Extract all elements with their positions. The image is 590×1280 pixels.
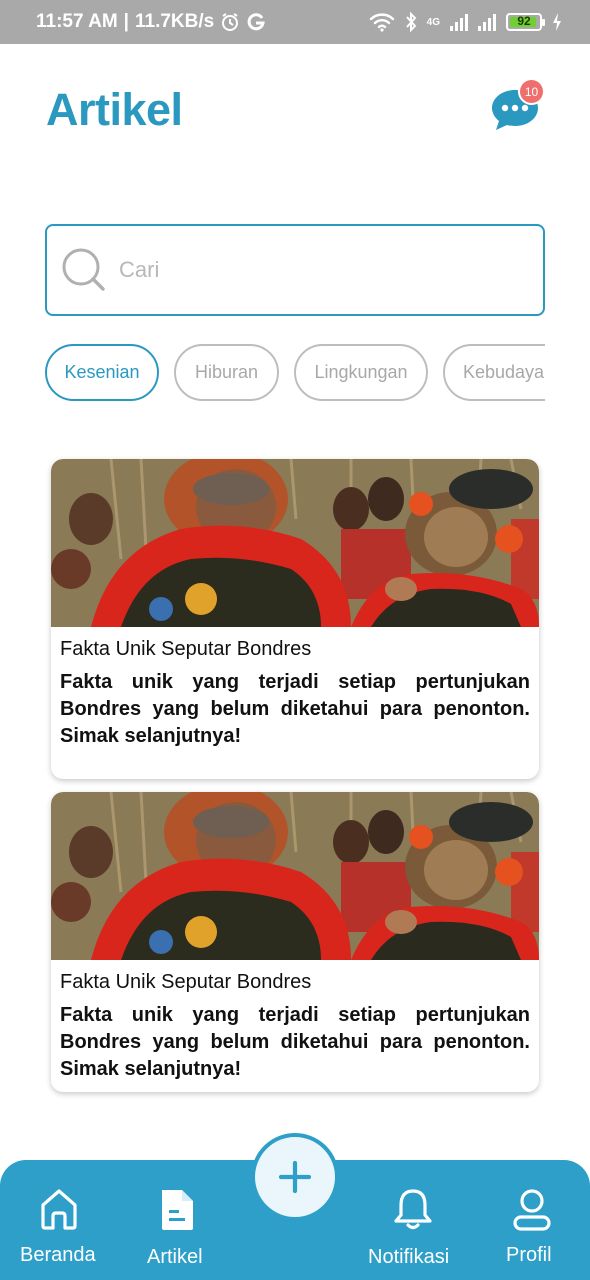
status-right: 4G 92	[369, 12, 562, 32]
article-description: Fakta unik yang terjadi setiap pertunjuk…	[60, 1004, 530, 1080]
document-icon	[162, 1190, 193, 1230]
chip-kesenian[interactable]: Kesenian	[45, 344, 159, 401]
charging-icon	[553, 13, 561, 31]
plus-icon	[278, 1160, 312, 1194]
nav-home[interactable]: Beranda	[14, 1160, 104, 1280]
chip-lingkungan[interactable]: Lingkungan	[294, 344, 428, 401]
article-description: Fakta unik yang terjadi setiap pertunjuk…	[60, 671, 530, 747]
bondres-photo	[51, 792, 539, 960]
bluetooth-icon	[405, 12, 417, 32]
search-input[interactable]	[119, 257, 519, 283]
alarm-icon	[222, 13, 239, 31]
status-speed: 11.7KB/s	[135, 11, 215, 32]
status-bar: 11:57 AM | 11.7KB/s 4G 92	[0, 0, 590, 44]
battery-level: 92	[517, 14, 531, 28]
article-card[interactable]: Fakta Unik Seputar Bondres Fakta unik ya…	[51, 459, 539, 779]
google-icon	[247, 13, 266, 31]
article-card[interactable]: Fakta Unik Seputar Bondres Fakta unik ya…	[51, 792, 539, 1092]
bell-icon	[394, 1189, 432, 1230]
nav-profile-label: Profil	[506, 1244, 552, 1266]
page-title: Artikel	[46, 84, 183, 135]
article-title: Fakta Unik Seputar Bondres	[60, 971, 312, 993]
bondres-photo	[51, 459, 539, 627]
status-left: 11:57 AM | 11.7KB/s	[36, 11, 266, 33]
signal-icon	[450, 13, 468, 31]
home-icon	[41, 1189, 77, 1230]
nav-profile[interactable]: Profil	[498, 1160, 568, 1280]
signal-icon-2	[478, 13, 496, 31]
battery-icon: 92	[506, 13, 545, 31]
nav-articles-label: Artikel	[147, 1246, 203, 1268]
category-chips: Kesenian Hiburan Lingkungan Kebudayaan	[45, 344, 545, 404]
chip-kebudayaan[interactable]: Kebudayaan	[443, 344, 545, 401]
chip-hiburan[interactable]: Hiburan	[174, 344, 279, 401]
article-title: Fakta Unik Seputar Bondres	[60, 638, 312, 660]
user-icon	[513, 1189, 551, 1231]
chat-badge: 10	[518, 78, 545, 105]
network-label: 4G	[426, 16, 440, 28]
nav-notifications[interactable]: Notifikasi	[362, 1160, 464, 1280]
status-time: 11:57 AM	[36, 11, 118, 32]
status-separator: |	[123, 11, 129, 32]
article-image	[51, 459, 539, 627]
battery-cap	[542, 19, 545, 26]
wifi-icon	[369, 13, 394, 32]
nav-articles[interactable]: Artikel	[138, 1160, 218, 1280]
nav-home-label: Beranda	[20, 1244, 96, 1266]
nav-notifications-label: Notifikasi	[368, 1246, 450, 1268]
add-button[interactable]	[251, 1133, 339, 1221]
search-box[interactable]	[45, 224, 545, 316]
article-image	[51, 792, 539, 960]
search-icon	[62, 248, 105, 291]
